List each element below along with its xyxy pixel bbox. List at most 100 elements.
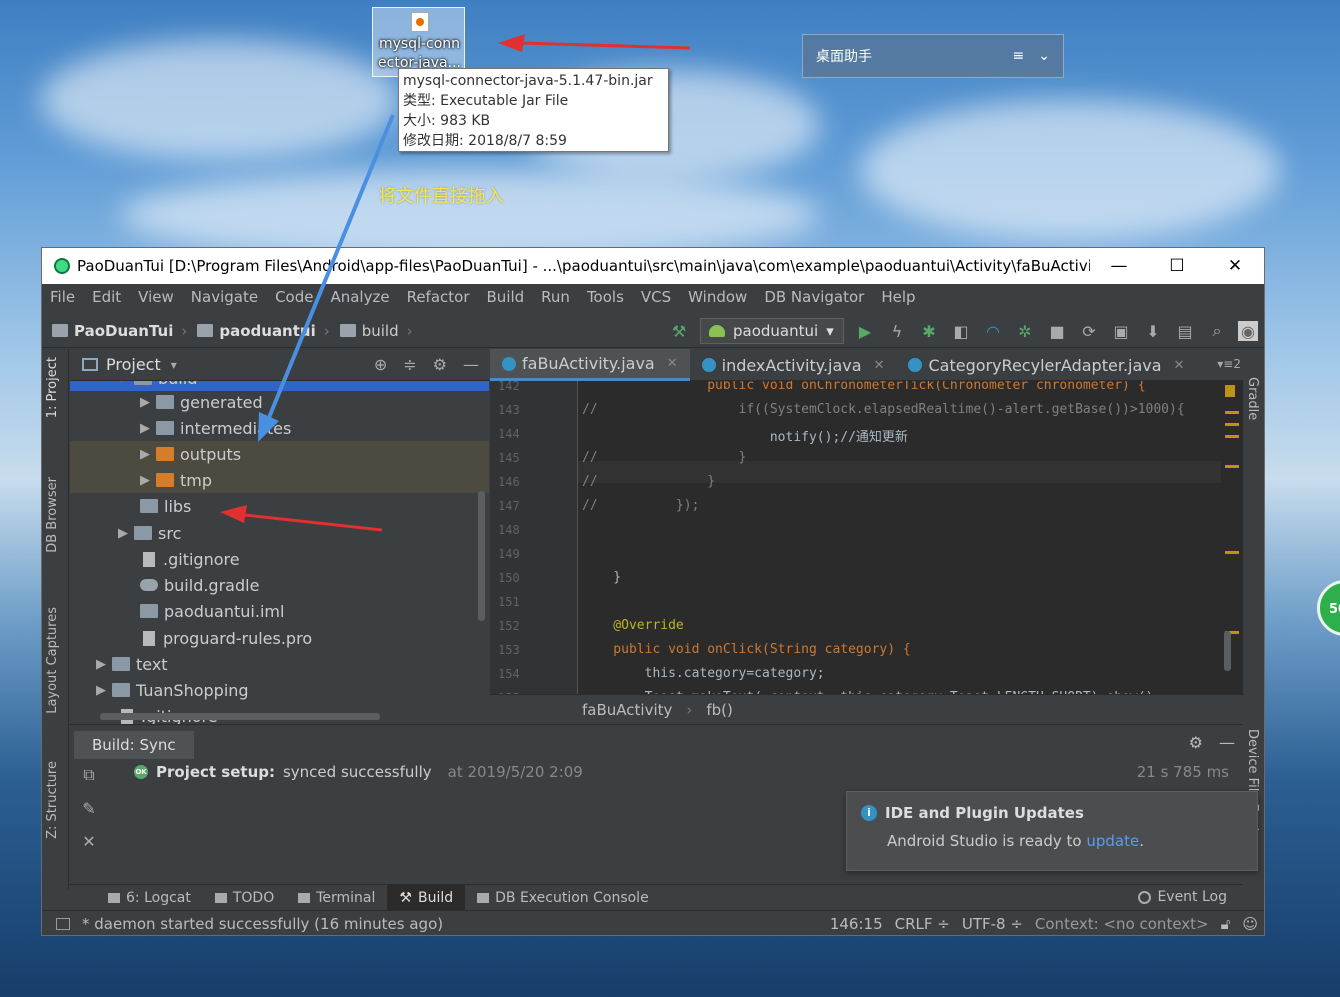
menu-icon[interactable]: ≡ <box>1013 48 1025 64</box>
tab-build-sync[interactable]: Build: Sync <box>74 731 194 759</box>
stop-icon[interactable]: ■ <box>1046 320 1068 342</box>
hide-icon[interactable]: — <box>463 355 479 374</box>
debug-icon[interactable]: ✱ <box>918 320 940 342</box>
update-link[interactable]: update <box>1086 832 1139 850</box>
menu-tools[interactable]: Tools <box>587 288 624 306</box>
tree-item-libs[interactable]: libs <box>70 493 489 519</box>
tree-item-iml[interactable]: paoduantui.iml <box>70 598 489 624</box>
event-log-button[interactable]: Event Log <box>1138 889 1227 905</box>
tree-item-intermediates[interactable]: ▶ intermediates <box>70 415 489 441</box>
menu-analyze[interactable]: Analyze <box>330 288 389 306</box>
tree-horizontal-scrollbar[interactable] <box>100 713 380 720</box>
speed-badge[interactable]: 50 <box>1317 580 1340 636</box>
code-editor[interactable]: 142 public void onChronometerTick(Chrono… <box>490 381 1243 694</box>
menu-vcs[interactable]: VCS <box>641 288 671 306</box>
close-tab-icon[interactable]: ✕ <box>874 358 885 373</box>
editor-scrollbar[interactable] <box>1224 631 1231 671</box>
tab-fabuactivity[interactable]: faBuActivity.java ✕ <box>490 349 690 381</box>
code-line[interactable]: } <box>582 570 621 585</box>
sync-gradle-icon[interactable]: ⟳ <box>1078 320 1100 342</box>
locate-icon[interactable]: ⊕ <box>374 355 387 374</box>
project-view-select[interactable]: Project <box>106 355 161 374</box>
tab-logcat[interactable]: 6: Logcat <box>96 885 203 911</box>
sdk-manager-icon[interactable]: ⬇ <box>1142 320 1164 342</box>
line-separator[interactable]: CRLF ÷ <box>895 915 950 933</box>
tab-build[interactable]: ⚒ Build <box>387 884 466 911</box>
menu-db-navigator[interactable]: DB Navigator <box>764 288 864 306</box>
maximize-button[interactable]: ☐ <box>1148 256 1206 276</box>
tab-indexactivity[interactable]: indexActivity.java ✕ <box>690 349 897 381</box>
tab-layout-captures[interactable]: Layout Captures <box>45 607 60 714</box>
gear-icon[interactable]: ⚙ <box>433 355 447 374</box>
code-line[interactable]: public void onChronometerTick(Chronomete… <box>582 381 1145 393</box>
tree-item-src[interactable]: ▶ src <box>70 520 489 546</box>
close-tab-icon[interactable]: ✕ <box>1174 358 1185 373</box>
menu-edit[interactable]: Edit <box>92 288 121 306</box>
code-line[interactable]: // } <box>582 450 746 465</box>
code-line[interactable]: notify();//通知更新 <box>582 426 908 445</box>
profile-icon[interactable]: ◧ <box>950 320 972 342</box>
context-indicator[interactable]: Context: <no context> <box>1035 915 1209 933</box>
breadcrumb-method[interactable]: fb() <box>706 701 733 719</box>
run-icon[interactable]: ▶ <box>854 320 876 342</box>
tree-item-gitignore[interactable]: .gitignore <box>70 546 489 572</box>
tab-db-execution-console[interactable]: DB Execution Console <box>465 885 661 911</box>
menu-view[interactable]: View <box>138 288 174 306</box>
apply-changes-icon[interactable]: ϟ <box>886 320 908 342</box>
breadcrumb-build[interactable]: build › <box>339 322 413 340</box>
tree-item-proguard[interactable]: proguard-rules.pro <box>70 625 489 651</box>
breadcrumb-project[interactable]: PaoDuanTui › <box>52 322 187 340</box>
file-encoding[interactable]: UTF-8 ÷ <box>962 915 1023 933</box>
minimize-button[interactable]: — <box>1090 256 1148 276</box>
caret-position[interactable]: 146:15 <box>830 915 883 933</box>
tab-structure[interactable]: Z: Structure <box>45 761 60 839</box>
menu-help[interactable]: Help <box>881 288 915 306</box>
tab-categoryrecycleradapter[interactable]: CategoryRecylerAdapter.java ✕ <box>896 349 1196 381</box>
close-button[interactable]: ✕ <box>1206 256 1264 276</box>
project-structure-icon[interactable]: ▤ <box>1174 320 1196 342</box>
update-notification[interactable]: i IDE and Plugin Updates Android Studio i… <box>846 791 1258 871</box>
profiler-icon[interactable]: ◠ <box>982 320 1004 342</box>
breadcrumb-class[interactable]: faBuActivity <box>582 701 672 719</box>
tab-todo[interactable]: TODO <box>203 885 286 911</box>
jar-desktop-icon[interactable]: mysql-connector-java... <box>372 7 465 77</box>
tree-item-text[interactable]: ▶ text <box>70 651 489 677</box>
chevron-down-icon[interactable]: ▾ <box>171 358 177 372</box>
menu-file[interactable]: File <box>50 288 75 306</box>
tab-terminal[interactable]: Terminal <box>286 885 387 911</box>
code-line[interactable]: public void onClick(String category) { <box>582 642 910 657</box>
toggle-tool-windows-icon[interactable] <box>56 918 70 930</box>
avatar[interactable]: ◉ <box>1238 321 1258 341</box>
tree-item-tmp[interactable]: ▶ tmp <box>70 467 489 493</box>
menu-refactor[interactable]: Refactor <box>407 288 470 306</box>
menu-window[interactable]: Window <box>688 288 747 306</box>
hector-icon[interactable]: ☺ <box>1242 915 1258 933</box>
close-tab-icon[interactable]: ✕ <box>667 356 678 371</box>
tab-gradle[interactable]: Gradle <box>1245 377 1260 420</box>
code-line[interactable]: // }); <box>582 498 699 513</box>
desktop-assistant-widget[interactable]: 桌面助手 ≡ ⌄ <box>802 34 1064 78</box>
code-line[interactable]: // if((SystemClock.elapsedRealtime()-ale… <box>582 402 1185 417</box>
menu-build[interactable]: Build <box>487 288 525 306</box>
hide-icon[interactable]: — <box>1219 733 1235 752</box>
collapse-all-icon[interactable]: ≑ <box>403 355 416 374</box>
menu-navigate[interactable]: Navigate <box>191 288 258 306</box>
breadcrumb-module[interactable]: paoduantui › <box>197 322 330 340</box>
tree-item-generated[interactable]: ▶ generated <box>70 389 489 415</box>
menu-code[interactable]: Code <box>275 288 313 306</box>
tree-item-outputs[interactable]: ▶ outputs <box>70 441 489 467</box>
build-result[interactable]: OK Project setup: synced successfully at… <box>134 763 583 781</box>
run-config-select[interactable]: paoduantui ▾ <box>700 318 844 344</box>
avd-manager-icon[interactable]: ▣ <box>1110 320 1132 342</box>
code-line[interactable]: @Override <box>582 618 683 633</box>
close-icon[interactable]: ✕ <box>82 832 95 851</box>
attach-debugger-icon[interactable]: ✲ <box>1014 320 1036 342</box>
tab-overflow-button[interactable]: ▾≡2 <box>1217 357 1241 371</box>
tree-item-tuanshopping[interactable]: ▶ TuanShopping <box>70 677 489 703</box>
tab-db-browser[interactable]: DB Browser <box>45 477 60 553</box>
tree-scrollbar[interactable] <box>478 491 485 621</box>
code-line[interactable]: this.category=category; <box>582 666 825 681</box>
status-message[interactable]: * daemon started successfully (16 minute… <box>82 915 443 933</box>
hammer-icon[interactable]: ⚒ <box>668 320 690 342</box>
lock-icon[interactable]: 🔓︎ <box>1221 915 1231 933</box>
